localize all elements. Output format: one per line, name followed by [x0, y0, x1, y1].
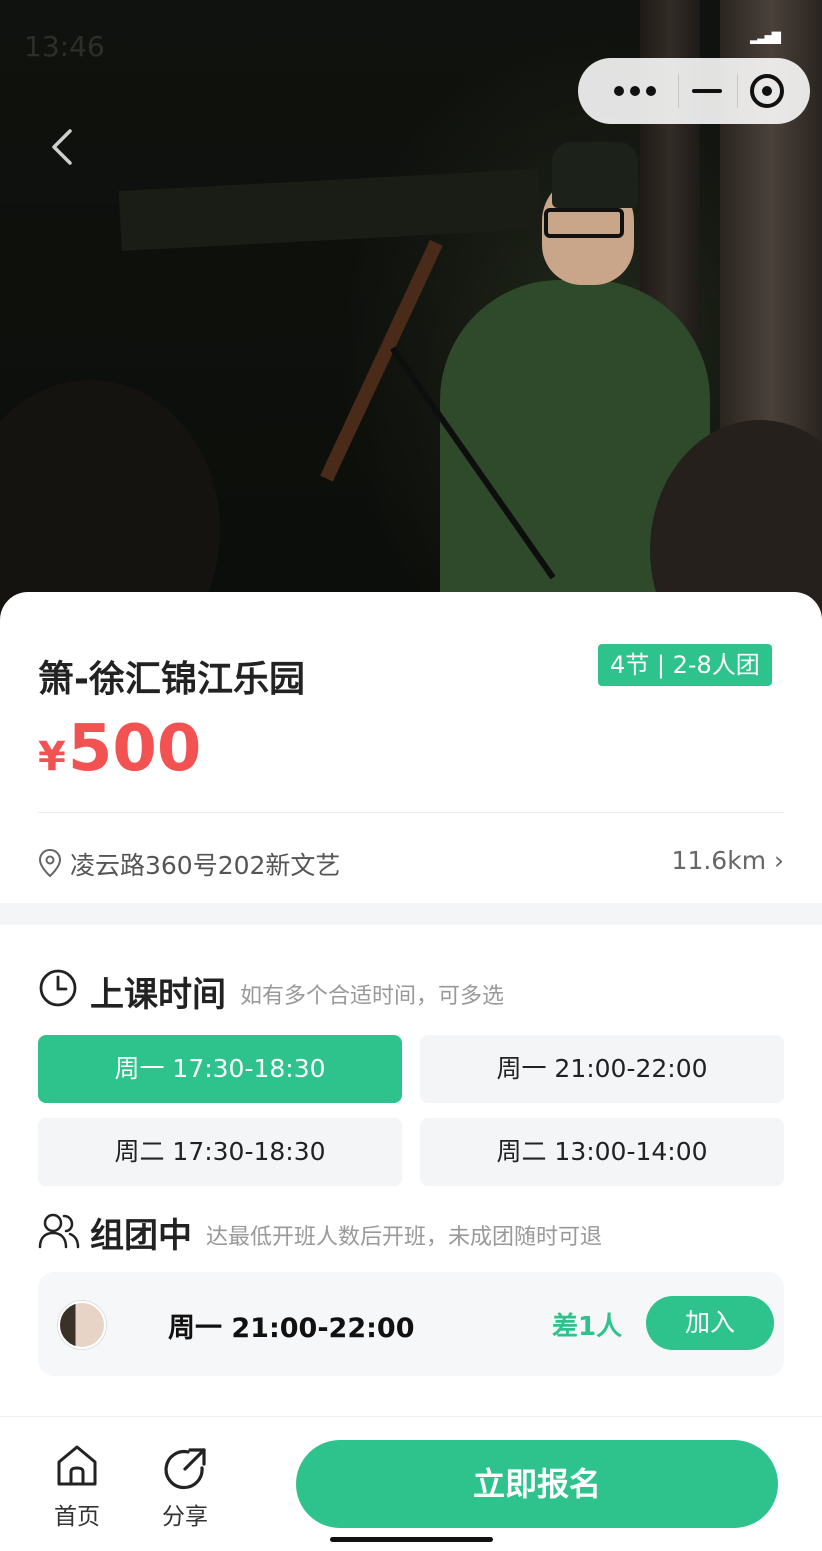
course-distance[interactable]: 11.6km ›: [672, 846, 784, 875]
status-time: 13:46: [24, 30, 105, 63]
group-item-time: 周一 21:00-22:00: [168, 1313, 415, 1344]
more-dots-icon[interactable]: [612, 74, 658, 108]
join-group-button[interactable]: 加入: [646, 1296, 774, 1350]
share-icon[interactable]: [164, 1446, 208, 1490]
location-pin-icon: [38, 848, 62, 878]
course-address[interactable]: 凌云路360号202新文艺: [70, 846, 340, 882]
course-tag-badge: 4节 | 2-8人团: [598, 644, 772, 686]
time-slot-option[interactable]: 周二 17:30-18:30: [38, 1118, 402, 1186]
course-title: 箫-徐汇锦江乐园: [38, 659, 305, 700]
time-slot-option[interactable]: 周二 13:00-14:00: [420, 1118, 784, 1186]
schedule-hint: 如有多个合适时间，可多选: [240, 984, 505, 1009]
home-icon[interactable]: [56, 1444, 98, 1488]
section-gap: [0, 903, 822, 925]
time-slot-option[interactable]: 周一 17:30-18:30: [38, 1035, 402, 1103]
share-tab-label[interactable]: 分享: [162, 1497, 208, 1531]
price-value: 500: [67, 712, 202, 786]
home-tab-label[interactable]: 首页: [54, 1497, 100, 1531]
capsule-divider: [678, 74, 679, 108]
signal-icon: ▂▃▅▇: [750, 30, 781, 44]
group-title: 组团中: [90, 1216, 192, 1256]
price-currency: ¥: [38, 734, 66, 780]
course-price: ¥500: [38, 712, 201, 786]
capsule-divider: [737, 74, 738, 108]
home-indicator: [330, 1537, 493, 1542]
people-icon: [38, 1213, 80, 1249]
time-slot-option[interactable]: 周一 21:00-22:00: [420, 1035, 784, 1103]
target-icon[interactable]: [748, 72, 786, 110]
group-hint: 达最低开班人数后开班，未成团随时可退: [206, 1225, 603, 1250]
clock-icon: [39, 969, 77, 1007]
enroll-now-button[interactable]: 立即报名: [296, 1440, 778, 1528]
group-item-remaining: 差1人: [552, 1312, 623, 1342]
back-arrow-icon[interactable]: [46, 125, 90, 169]
schedule-title: 上课时间: [90, 975, 226, 1015]
divider: [38, 812, 784, 813]
avatar: [58, 1301, 106, 1349]
minimize-icon[interactable]: [690, 74, 724, 108]
